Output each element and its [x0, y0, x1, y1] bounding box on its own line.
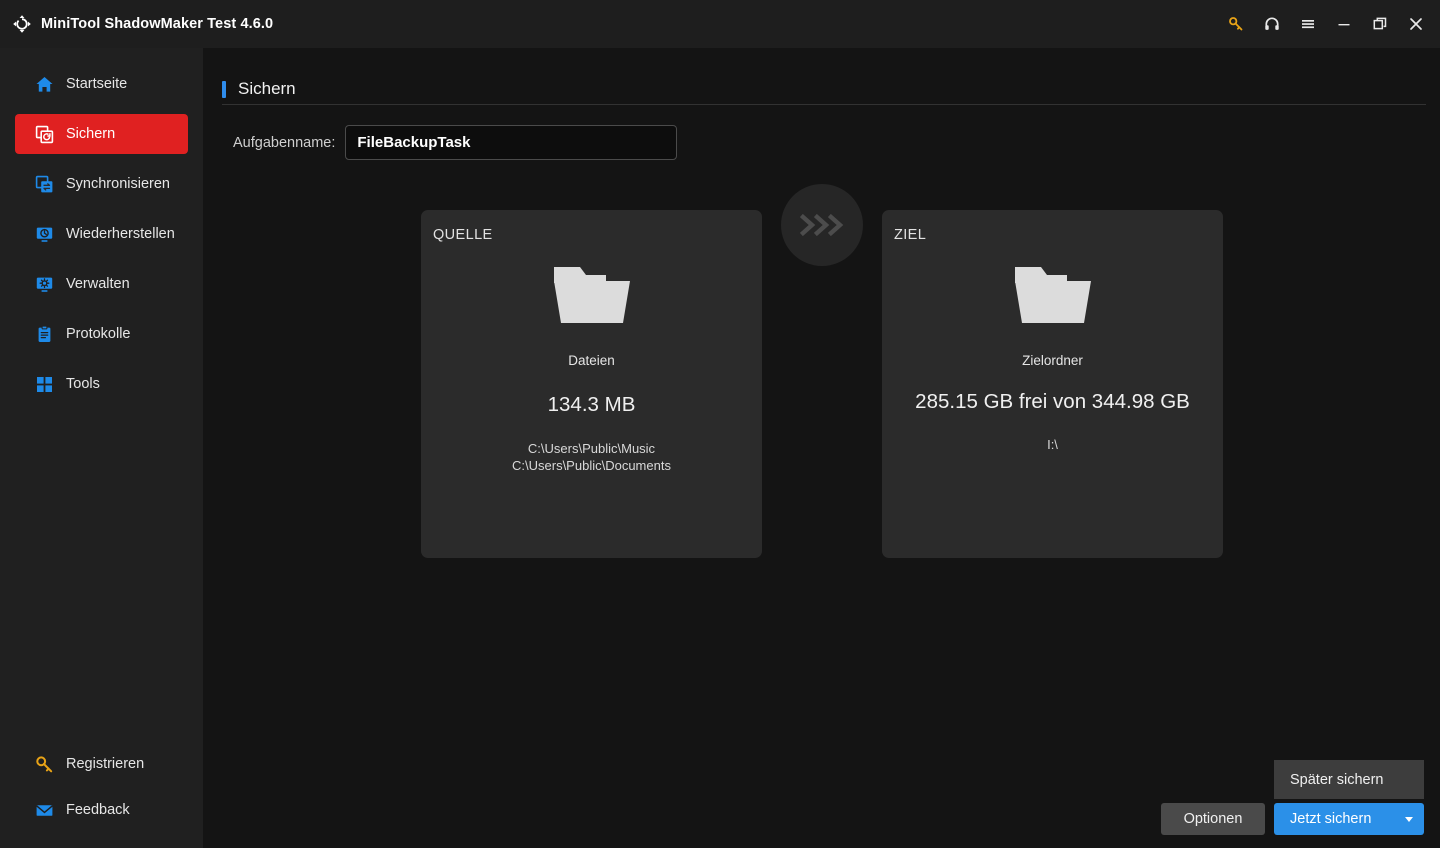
minimize-icon[interactable] — [1326, 4, 1362, 44]
sidebar-item-label: Synchronisieren — [66, 176, 170, 192]
sidebar-bottom-nav: Registrieren Feedback — [0, 744, 203, 836]
sidebar-item-label: Protokolle — [66, 326, 131, 342]
folder-icon — [882, 261, 1223, 327]
restore-monitor-icon — [34, 224, 54, 244]
sidebar-nav: Startseite Sichern Synchronisieren Wiede… — [0, 48, 203, 404]
sidebar-item-registrieren[interactable]: Registrieren — [15, 744, 188, 784]
manage-gear-icon — [34, 274, 54, 294]
destination-type: Zielordner — [1022, 353, 1083, 368]
sidebar-item-wiederherstellen[interactable]: Wiederherstellen — [15, 214, 188, 254]
destination-path: I:\ — [1047, 437, 1058, 452]
title-bar: MiniTool ShadowMaker Test 4.6.0 — [0, 0, 1440, 48]
sidebar-item-startseite[interactable]: Startseite — [15, 64, 188, 104]
backup-later-menu-item[interactable]: Später sichern — [1274, 760, 1424, 799]
source-panel[interactable]: QUELLE Dateien 134.3 MB C:\Users\Public\… — [421, 210, 762, 558]
title-accent-bar — [222, 80, 226, 98]
header-divider — [222, 104, 1426, 105]
main-content: Sichern Aufgabenname: QUELLE Dateien 134… — [203, 48, 1440, 848]
home-icon — [34, 74, 54, 94]
close-icon[interactable] — [1398, 4, 1434, 44]
sidebar-item-label: Sichern — [66, 126, 116, 142]
sidebar-item-feedback[interactable]: Feedback — [15, 790, 188, 830]
shadowmaker-logo-icon — [12, 14, 32, 34]
page-title: Sichern — [222, 79, 296, 99]
backup-icon — [34, 124, 54, 144]
source-type: Dateien — [568, 353, 615, 368]
sidebar-item-sichern[interactable]: Sichern — [15, 114, 188, 154]
sidebar: Startseite Sichern Synchronisieren Wiede… — [0, 48, 203, 848]
sidebar-item-label: Registrieren — [66, 756, 145, 772]
title-bar-controls — [1218, 0, 1440, 48]
folder-icon — [421, 261, 762, 327]
title-bar-left: MiniTool ShadowMaker Test 4.6.0 — [0, 14, 273, 34]
chevron-down-icon[interactable] — [1405, 816, 1413, 822]
sidebar-item-label: Wiederherstellen — [66, 226, 175, 242]
app-title: MiniTool ShadowMaker Test 4.6.0 — [41, 16, 274, 32]
headset-icon[interactable] — [1254, 4, 1290, 44]
sidebar-item-label: Verwalten — [66, 276, 130, 292]
hamburger-icon[interactable] — [1290, 4, 1326, 44]
sidebar-item-label: Feedback — [66, 802, 130, 818]
task-name-row: Aufgabenname: — [233, 125, 678, 160]
key-icon[interactable] — [1218, 4, 1254, 44]
destination-panel[interactable]: ZIEL Zielordner 285.15 GB frei von 344.9… — [882, 210, 1223, 558]
sidebar-item-label: Startseite — [66, 76, 128, 92]
destination-capacity: 285.15 GB frei von 344.98 GB — [915, 390, 1190, 413]
sidebar-item-synchronisieren[interactable]: Synchronisieren — [15, 164, 188, 204]
sidebar-item-protokolle[interactable]: Protokolle — [15, 314, 188, 354]
envelope-icon — [34, 800, 54, 820]
sync-icon — [34, 174, 54, 194]
sidebar-item-tools[interactable]: Tools — [15, 364, 188, 404]
task-name-input[interactable] — [345, 125, 678, 160]
sidebar-item-verwalten[interactable]: Verwalten — [15, 264, 188, 304]
backup-now-label: Jetzt sichern — [1290, 811, 1372, 827]
backup-later-label: Später sichern — [1290, 771, 1384, 788]
task-name-label: Aufgabenname: — [233, 134, 336, 151]
logs-clipboard-icon — [34, 324, 54, 344]
source-size: 134.3 MB — [547, 393, 636, 416]
page-title-text: Sichern — [238, 79, 296, 98]
options-button[interactable]: Optionen — [1161, 803, 1265, 835]
restore-icon[interactable] — [1362, 4, 1398, 44]
source-paths: C:\Users\Public\Music C:\Users\Public\Do… — [512, 441, 671, 473]
triple-chevron-right-icon — [781, 184, 863, 266]
sidebar-item-label: Tools — [66, 376, 100, 392]
backup-now-button[interactable]: Jetzt sichern — [1274, 803, 1424, 835]
key-icon — [34, 754, 54, 774]
source-kicker: QUELLE — [433, 227, 493, 243]
destination-kicker: ZIEL — [894, 227, 927, 243]
tools-grid-icon — [34, 374, 54, 394]
